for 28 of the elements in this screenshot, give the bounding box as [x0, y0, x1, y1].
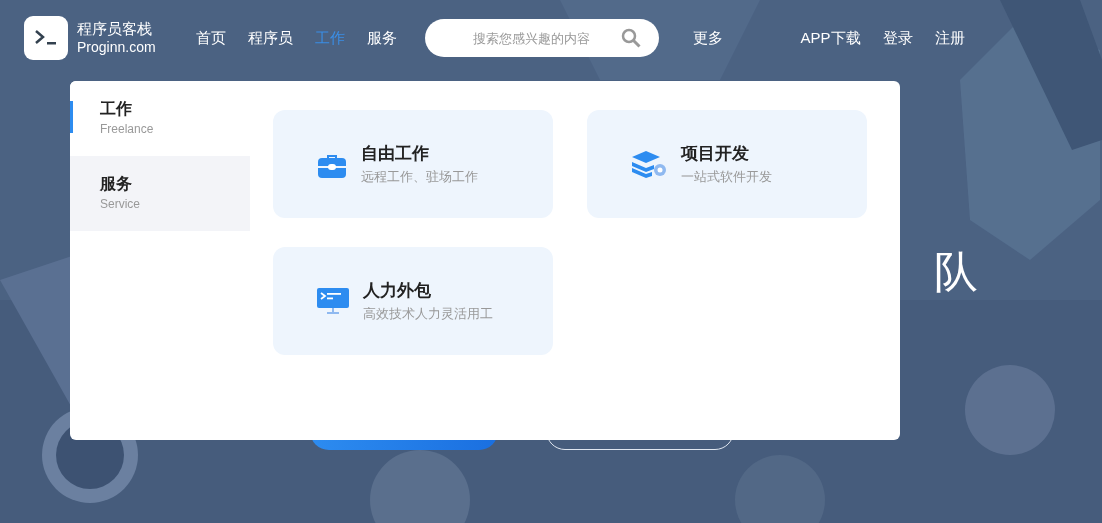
stack-icon [631, 150, 667, 178]
menu-card[interactable]: 人力外包 高效技术人力灵活用工 [273, 247, 553, 355]
card-title: 项目开发 [681, 142, 750, 165]
category-subtitle: Freelance [100, 122, 155, 136]
header-link[interactable]: 登录 [882, 28, 913, 48]
hero-heading: 队 [934, 245, 978, 299]
logo-domain: Proginn.com [77, 38, 156, 56]
nav-link[interactable]: 首页 [195, 28, 226, 48]
logo-icon[interactable] [24, 16, 68, 60]
card-subtitle: 高效技术人力灵活用工 [363, 305, 493, 323]
search-field[interactable]: 搜索您感兴趣的内容 [424, 19, 659, 57]
header-link[interactable]: APP下载 [800, 28, 861, 48]
monitor-icon [317, 287, 349, 315]
category-title: 服务 [100, 174, 133, 195]
header-link[interactable]: 注册 [934, 28, 965, 48]
logo-name: 程序员客栈 [77, 20, 153, 38]
nav-link[interactable]: 服务 [366, 28, 397, 48]
menu-card[interactable]: 自由工作 远程工作、驻场工作 [273, 110, 553, 218]
card-subtitle: 远程工作、驻场工作 [361, 168, 478, 186]
card-title: 人力外包 [363, 279, 432, 302]
category-title: 工作 [100, 99, 133, 120]
active-indicator [70, 101, 73, 133]
category-subtitle: Service [100, 197, 141, 211]
more-link[interactable]: 更多 [692, 28, 723, 48]
category-item[interactable]: 服务 Service [70, 156, 250, 231]
search-icon[interactable] [620, 28, 641, 48]
nav-link[interactable]: 程序员 [247, 28, 293, 48]
card-title: 自由工作 [361, 142, 430, 165]
